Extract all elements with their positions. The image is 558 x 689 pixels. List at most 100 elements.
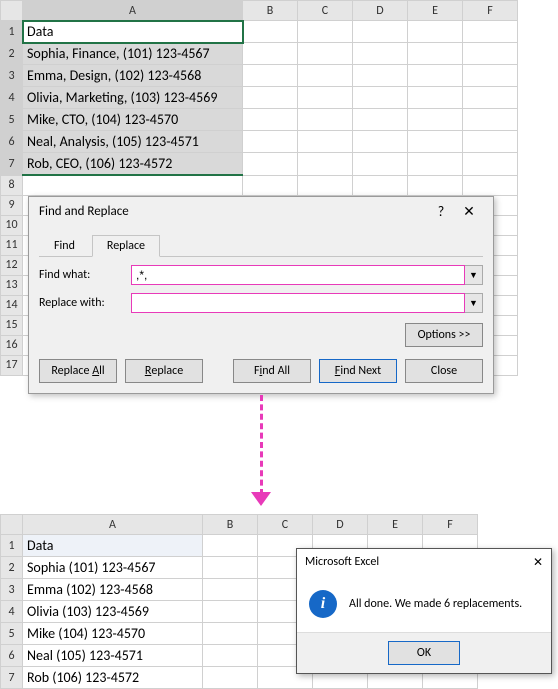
replace-button[interactable]: Replace bbox=[125, 359, 203, 383]
cell[interactable] bbox=[463, 175, 518, 195]
cell[interactable] bbox=[463, 65, 518, 87]
cell[interactable] bbox=[408, 109, 463, 131]
row-header[interactable]: 13 bbox=[1, 275, 23, 295]
col-header[interactable]: B bbox=[203, 515, 258, 535]
cell[interactable] bbox=[463, 109, 518, 131]
cell[interactable] bbox=[243, 21, 298, 43]
cell[interactable] bbox=[408, 175, 463, 195]
cell[interactable] bbox=[298, 175, 353, 195]
cell[interactable] bbox=[408, 131, 463, 153]
cell[interactable] bbox=[203, 579, 258, 601]
cell[interactable] bbox=[463, 21, 518, 43]
row-header[interactable]: 10 bbox=[1, 215, 23, 235]
cell[interactable] bbox=[353, 65, 408, 87]
cell[interactable] bbox=[243, 87, 298, 109]
col-header[interactable]: A bbox=[23, 515, 203, 535]
row-header[interactable]: 2 bbox=[1, 43, 23, 65]
cell[interactable]: Sophia, Finance, (101) 123-4567 bbox=[23, 43, 243, 65]
cell[interactable] bbox=[203, 601, 258, 623]
col-header[interactable]: A bbox=[23, 1, 243, 21]
cell[interactable] bbox=[298, 43, 353, 65]
find-all-button[interactable]: Find All bbox=[233, 359, 311, 383]
cell[interactable] bbox=[243, 153, 298, 176]
cell[interactable] bbox=[203, 667, 258, 689]
row-header[interactable]: 7 bbox=[1, 153, 23, 176]
cell[interactable]: Data bbox=[23, 535, 203, 557]
row-header[interactable]: 14 bbox=[1, 295, 23, 315]
cell[interactable] bbox=[353, 21, 408, 43]
row-header[interactable]: 3 bbox=[1, 65, 23, 87]
cell[interactable] bbox=[298, 87, 353, 109]
row-header[interactable]: 11 bbox=[1, 235, 23, 255]
row-header[interactable]: 12 bbox=[1, 255, 23, 275]
cell[interactable]: Olivia (103) 123-4569 bbox=[23, 601, 203, 623]
row-header[interactable]: 6 bbox=[1, 131, 23, 153]
row-header[interactable]: 1 bbox=[1, 535, 23, 557]
cell[interactable] bbox=[408, 153, 463, 176]
cell[interactable] bbox=[243, 109, 298, 131]
cell[interactable] bbox=[353, 131, 408, 153]
cell[interactable] bbox=[463, 87, 518, 109]
row-header[interactable]: 7 bbox=[1, 667, 23, 689]
row-header[interactable]: 2 bbox=[1, 557, 23, 579]
cell[interactable]: Rob (106) 123-4572 bbox=[23, 667, 203, 689]
cell[interactable] bbox=[463, 153, 518, 176]
col-header[interactable]: F bbox=[463, 1, 518, 21]
close-icon[interactable]: ✕ bbox=[455, 203, 483, 220]
row-header[interactable]: 4 bbox=[1, 601, 23, 623]
row-header[interactable]: 16 bbox=[1, 335, 23, 355]
cell[interactable] bbox=[353, 153, 408, 176]
find-what-input[interactable] bbox=[131, 265, 465, 285]
col-header[interactable]: D bbox=[313, 515, 368, 535]
cell[interactable]: Rob, CEO, (106) 123-4572 bbox=[23, 153, 243, 176]
row-header[interactable]: 6 bbox=[1, 645, 23, 667]
row-header[interactable]: 1 bbox=[1, 21, 23, 43]
cell[interactable] bbox=[203, 645, 258, 667]
cell[interactable] bbox=[408, 65, 463, 87]
row-header[interactable]: 9 bbox=[1, 195, 23, 215]
cell[interactable] bbox=[353, 43, 408, 65]
corner-cell[interactable] bbox=[1, 515, 23, 535]
help-button[interactable]: ? bbox=[427, 203, 455, 220]
row-header[interactable]: 8 bbox=[1, 175, 23, 195]
close-icon[interactable]: ✕ bbox=[533, 555, 543, 570]
cell[interactable] bbox=[463, 43, 518, 65]
cell[interactable]: Data bbox=[23, 21, 243, 43]
replace-with-input[interactable] bbox=[131, 293, 465, 313]
col-header[interactable]: D bbox=[353, 1, 408, 21]
cell[interactable] bbox=[353, 109, 408, 131]
col-header[interactable]: C bbox=[258, 515, 313, 535]
cell[interactable]: Mike, CTO, (104) 123-4570 bbox=[23, 109, 243, 131]
cell[interactable]: Olivia, Marketing, (103) 123-4569 bbox=[23, 87, 243, 109]
row-header[interactable]: 3 bbox=[1, 579, 23, 601]
cell[interactable] bbox=[408, 87, 463, 109]
find-what-dropdown[interactable]: ▼ bbox=[465, 265, 483, 285]
cell[interactable] bbox=[408, 21, 463, 43]
cell[interactable] bbox=[203, 623, 258, 645]
row-header[interactable]: 5 bbox=[1, 109, 23, 131]
cell[interactable]: Emma, Design, (102) 123-4568 bbox=[23, 65, 243, 87]
col-header[interactable]: B bbox=[243, 1, 298, 21]
cell[interactable] bbox=[298, 131, 353, 153]
cell[interactable] bbox=[463, 131, 518, 153]
row-header[interactable]: 4 bbox=[1, 87, 23, 109]
close-button[interactable]: Close bbox=[405, 359, 483, 383]
cell[interactable] bbox=[408, 43, 463, 65]
replace-all-button[interactable]: Replace All bbox=[39, 359, 117, 383]
cell[interactable] bbox=[298, 153, 353, 176]
ok-button[interactable]: OK bbox=[388, 641, 460, 665]
col-header[interactable]: F bbox=[423, 515, 478, 535]
cell[interactable] bbox=[353, 175, 408, 195]
cell[interactable] bbox=[203, 535, 258, 557]
col-header[interactable]: E bbox=[408, 1, 463, 21]
corner-cell[interactable] bbox=[1, 1, 23, 21]
cell[interactable]: Neal, Analysis, (105) 123-4571 bbox=[23, 131, 243, 153]
cell[interactable] bbox=[203, 557, 258, 579]
tab-find[interactable]: Find bbox=[39, 235, 90, 257]
cell[interactable] bbox=[298, 65, 353, 87]
cell[interactable] bbox=[23, 175, 243, 195]
row-header[interactable]: 15 bbox=[1, 315, 23, 335]
cell[interactable]: Neal (105) 123-4571 bbox=[23, 645, 203, 667]
find-next-button[interactable]: Find Next bbox=[319, 359, 397, 383]
cell[interactable] bbox=[298, 109, 353, 131]
